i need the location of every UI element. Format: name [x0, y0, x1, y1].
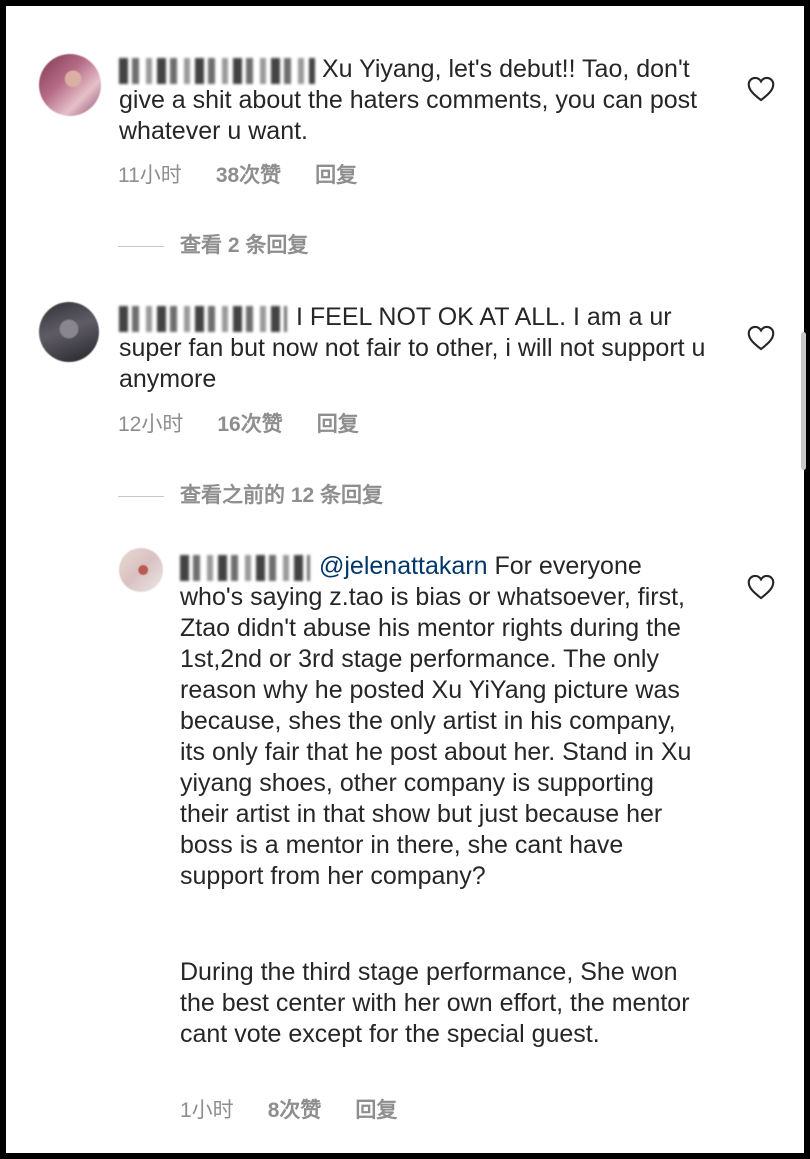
reply-button[interactable]: 回复 — [315, 163, 357, 189]
avatar[interactable] — [39, 302, 99, 362]
scrollbar[interactable] — [801, 332, 806, 470]
comment-text: @jelenattakarn For everyone who's saying… — [180, 552, 692, 890]
view-replies-label: 查看之前的 12 条回复 — [180, 484, 384, 507]
view-replies-label: 查看 2 条回复 — [180, 234, 309, 257]
comment-text-continued: During the third stage performance, She … — [180, 958, 690, 1048]
avatar[interactable] — [39, 54, 101, 116]
comment-meta: 11小时 38次赞 回复 — [118, 163, 391, 189]
comment-text: I FEEL NOT OK AT ALL. I am a ur super fa… — [119, 303, 706, 393]
reply-button[interactable]: 回复 — [355, 1098, 397, 1124]
view-replies-button[interactable]: 查看 2 条回复 — [118, 233, 308, 259]
like-count[interactable]: 38次赞 — [216, 163, 281, 189]
comment-time: 12小时 — [118, 413, 184, 436]
comment-meta: 12小时 16次赞 回复 — [118, 412, 393, 438]
view-previous-replies-button[interactable]: 查看之前的 12 条回复 — [118, 483, 383, 509]
mention-link[interactable]: @jelenattakarn — [319, 552, 488, 580]
comment-meta: 1小时 8次赞 回复 — [180, 1098, 431, 1124]
reply-button[interactable]: 回复 — [317, 412, 359, 438]
comment-time: 1小时 — [180, 1099, 234, 1122]
heart-outline-icon[interactable] — [747, 574, 775, 600]
comment-time: 11小时 — [118, 164, 182, 187]
comment-text: Xu Yiyang, let's debut!! Tao, don't give… — [119, 55, 698, 145]
divider-line — [118, 245, 164, 247]
like-count[interactable]: 8次赞 — [268, 1098, 322, 1124]
divider-line — [118, 495, 164, 497]
heart-outline-icon[interactable] — [747, 76, 775, 102]
heart-outline-icon[interactable] — [747, 325, 775, 351]
like-count[interactable]: 16次赞 — [217, 412, 282, 438]
avatar[interactable] — [119, 548, 163, 592]
comment-thread: Xu Yiyang, let's debut!! Tao, don't give… — [0, 0, 810, 1159]
